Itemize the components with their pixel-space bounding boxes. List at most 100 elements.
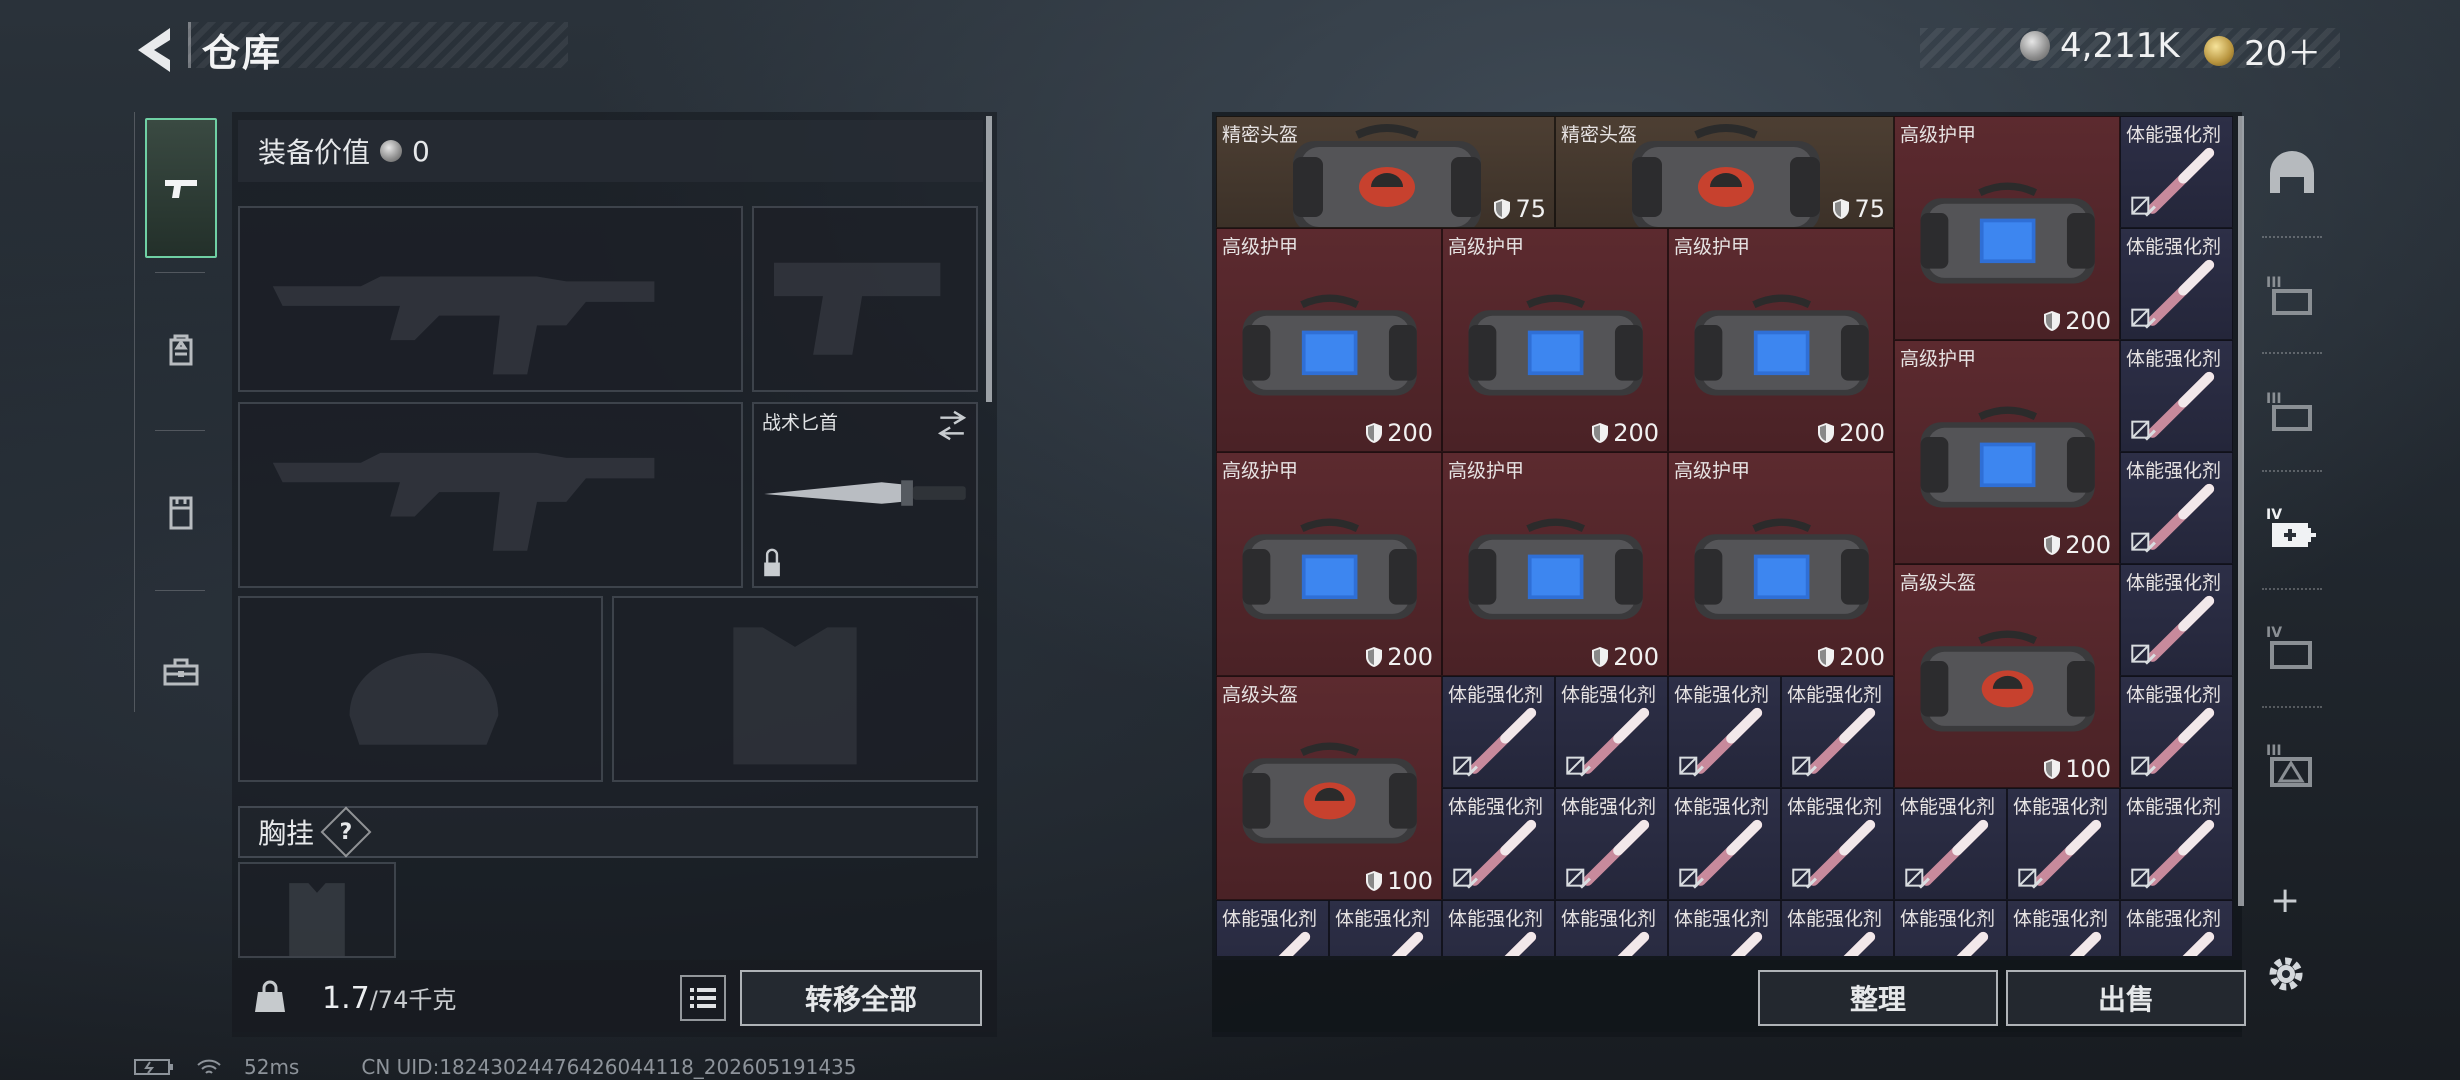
storage-item[interactable]: 体能强化剂 [1555, 788, 1668, 900]
storage-item[interactable]: 体能强化剂 [2120, 116, 2233, 228]
shield-icon [1494, 199, 1511, 219]
durability-number: 100 [2065, 755, 2111, 783]
item-name: 体能强化剂 [1561, 796, 1657, 818]
storage-scrollbar[interactable] [2238, 116, 2244, 906]
storage-item[interactable]: 体能强化剂 [1668, 788, 1781, 900]
item-name: 高级护甲 [1448, 236, 1525, 258]
tab-vest[interactable] [145, 442, 217, 582]
storage-item[interactable]: 体能强化剂 [1781, 788, 1894, 900]
armor-case-icon [1242, 518, 1418, 620]
durability-value: 200 [1591, 643, 1659, 671]
add-storage-button[interactable]: + [2270, 880, 2300, 921]
storage-item[interactable]: 体能强化剂 [1555, 676, 1668, 788]
durability-value: 100 [1365, 867, 1433, 895]
storage-item[interactable]: 体能强化剂 [2120, 340, 2233, 452]
storage-tier4-folder-icon: IV [2266, 625, 2312, 669]
secondary-weapon-slot[interactable] [238, 402, 743, 588]
storage-item[interactable]: 精密头盔 75 [1216, 116, 1555, 228]
storage-item[interactable]: 体能强化剂 [1442, 676, 1555, 788]
storage-item[interactable]: 体能强化剂 [2120, 676, 2233, 788]
loadout-scrollbar[interactable] [986, 116, 992, 402]
storage-item[interactable]: 体能强化剂 [2007, 788, 2120, 900]
chest-rig-label: 胸挂 [258, 817, 315, 850]
helmet-silhouette-icon [349, 652, 499, 745]
storage-item[interactable]: 高级头盔 100 [1894, 564, 2120, 788]
tab-weapons[interactable] [145, 118, 217, 258]
storage-item[interactable]: 体能强化剂 [2120, 452, 2233, 564]
item-name: 体能强化剂 [2126, 572, 2222, 594]
storage-item[interactable]: 高级护甲 200 [1894, 340, 2120, 564]
sort-button[interactable]: 整理 [1758, 970, 1998, 1026]
question-icon: ? [339, 819, 353, 845]
storage-item[interactable]: 体能强化剂 [1329, 900, 1442, 956]
item-name: 高级护甲 [1900, 348, 1977, 370]
storage-item[interactable]: 高级护甲 200 [1668, 452, 1894, 676]
item-name: 体能强化剂 [1900, 796, 1996, 818]
gold-currency[interactable]: 20＋ [2204, 26, 2321, 75]
help-button[interactable]: ? [320, 806, 372, 858]
storage-item[interactable]: 体能强化剂 [2120, 564, 2233, 676]
item-name: 体能强化剂 [2126, 796, 2222, 818]
sidearm-slot[interactable] [752, 206, 978, 392]
storage-item[interactable]: 高级头盔 100 [1216, 676, 1442, 900]
sell-button[interactable]: 出售 [2006, 970, 2246, 1026]
storage-tab-4[interactable]: IV [2252, 474, 2332, 584]
storage-item[interactable]: 高级护甲 200 [1668, 228, 1894, 452]
pistol-icon [165, 180, 197, 198]
storage-item[interactable]: 精密头盔 75 [1555, 116, 1894, 228]
storage-tab-6[interactable]: III [2252, 710, 2332, 820]
item-name: 体能强化剂 [2013, 796, 2109, 818]
storage-item[interactable]: 体能强化剂 [2120, 900, 2233, 956]
storage-item[interactable]: 高级护甲 200 [1216, 452, 1442, 676]
item-name: 体能强化剂 [2126, 684, 2222, 706]
tab-helmet[interactable] [145, 280, 217, 420]
storage-item[interactable]: 高级护甲 200 [1442, 228, 1668, 452]
storage-item[interactable]: 体能强化剂 [2120, 788, 2233, 900]
melee-slot[interactable]: 战术匕首 [752, 402, 978, 588]
durability-value: 200 [1817, 419, 1885, 447]
pistol-silhouette-icon [774, 262, 941, 355]
transfer-all-button[interactable]: 转移全部 [740, 970, 982, 1026]
storage-item[interactable]: 体能强化剂 [1781, 900, 1894, 956]
storage-item[interactable]: 体能强化剂 [1442, 900, 1555, 956]
storage-item[interactable]: 高级护甲 200 [1442, 452, 1668, 676]
silver-coin-icon [2020, 31, 2050, 61]
chest-rig-slot[interactable] [238, 862, 396, 958]
list-view-button[interactable] [680, 975, 726, 1021]
primary-weapon-slot[interactable] [238, 206, 743, 392]
storage-item[interactable]: 体能强化剂 [1894, 788, 2007, 900]
storage-tab-2[interactable]: III [2252, 240, 2332, 350]
storage-tab-3[interactable]: III [2252, 356, 2332, 466]
helmet-slot[interactable] [238, 596, 603, 782]
settings-gear-icon[interactable] [2262, 950, 2310, 998]
storage-item[interactable]: 体能强化剂 [2007, 900, 2120, 956]
storage-item[interactable]: 体能强化剂 [1668, 900, 1781, 956]
equipment-value: 0 [412, 134, 430, 168]
list-icon [690, 988, 716, 1008]
storage-item[interactable]: 体能强化剂 [1781, 676, 1894, 788]
durability-number: 200 [1613, 643, 1659, 671]
silver-currency: 4,211K [2020, 26, 2180, 66]
tab-toolbox[interactable] [145, 602, 217, 742]
storage-item[interactable]: 体能强化剂 [2120, 228, 2233, 340]
page-title: 仓库 [202, 31, 283, 75]
storage-tab-5[interactable]: IV [2252, 592, 2332, 702]
storage-item[interactable]: 体能强化剂 [1555, 900, 1668, 956]
armor-case-icon [1920, 406, 2096, 508]
item-name: 体能强化剂 [1561, 684, 1657, 706]
chest-rig-silhouette-icon [289, 883, 345, 956]
back-button[interactable] [130, 22, 180, 78]
loadout-category-rail [134, 112, 224, 712]
armor-slot[interactable] [612, 596, 978, 782]
storage-item[interactable]: 高级护甲 200 [1894, 116, 2120, 340]
storage-item[interactable]: 体能强化剂 [1216, 900, 1329, 956]
storage-tab-rail: III III IV IV III [2248, 112, 2338, 812]
durability-number: 75 [1515, 195, 1546, 223]
storage-tab-main[interactable] [2252, 120, 2332, 230]
storage-item[interactable]: 体能强化剂 [1894, 900, 2007, 956]
storage-item[interactable]: 体能强化剂 [1442, 788, 1555, 900]
battery-icon [134, 1059, 173, 1075]
storage-item[interactable]: 体能强化剂 [1668, 676, 1781, 788]
weight-current: 1.7 [322, 981, 370, 1016]
storage-item[interactable]: 高级护甲 200 [1216, 228, 1442, 452]
